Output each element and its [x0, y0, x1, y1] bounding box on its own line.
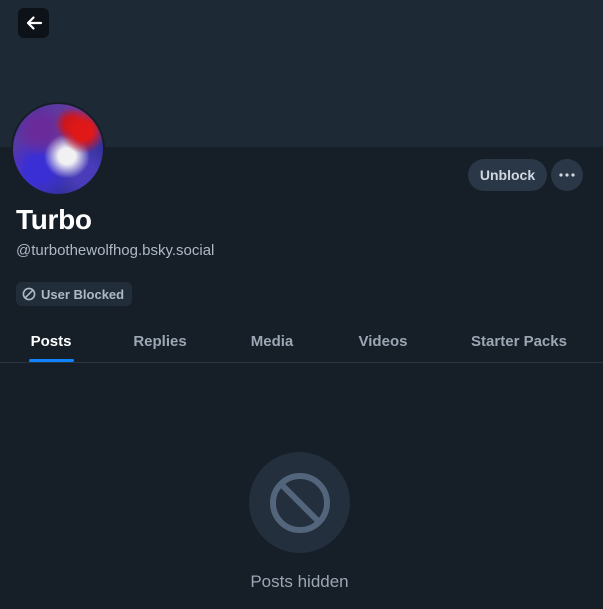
profile-handle: @turbothewolfhog.bsky.social: [16, 242, 215, 259]
posts-hidden-icon-container: [249, 452, 350, 553]
unblock-button[interactable]: Unblock: [468, 159, 547, 191]
active-tab-indicator: [29, 359, 74, 362]
profile-tabs: Posts Replies Media Videos Starter Packs: [0, 320, 603, 363]
profile-page: Unblock Turbo @turbothewolfhog.bsky.soci…: [0, 0, 603, 609]
posts-hidden-text: Posts hidden: [250, 572, 349, 591]
tab-videos[interactable]: Videos: [344, 320, 422, 362]
tab-posts[interactable]: Posts: [16, 320, 86, 362]
more-options-button[interactable]: [551, 159, 583, 191]
blocked-icon: [22, 287, 36, 301]
tab-starter-packs[interactable]: Starter Packs: [460, 320, 578, 362]
profile-avatar[interactable]: [11, 102, 105, 196]
arrow-left-icon: [26, 16, 42, 30]
user-blocked-badge: User Blocked: [16, 282, 133, 306]
tab-media[interactable]: Media: [236, 320, 308, 362]
prohibited-icon: [269, 472, 330, 533]
back-button[interactable]: [18, 8, 49, 38]
more-horizontal-icon: [559, 173, 575, 177]
tab-replies[interactable]: Replies: [120, 320, 200, 362]
blocked-badge-label: User Blocked: [41, 286, 125, 302]
display-name: Turbo: [16, 204, 92, 235]
